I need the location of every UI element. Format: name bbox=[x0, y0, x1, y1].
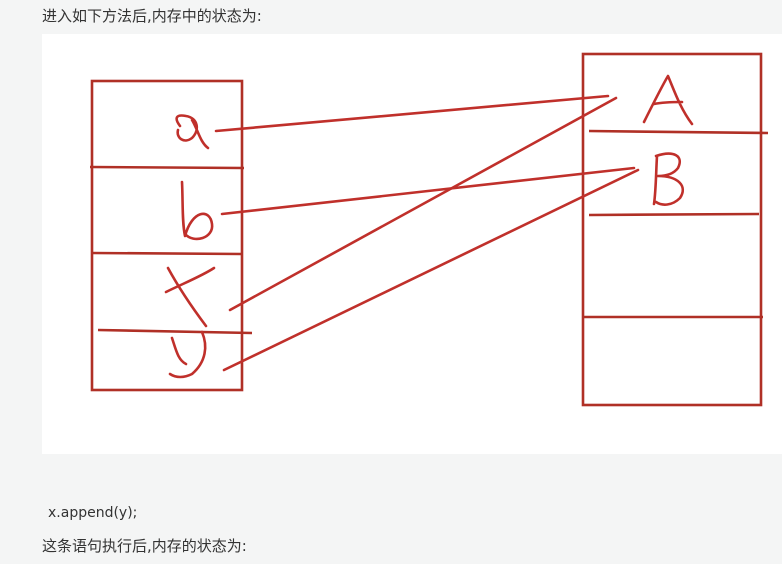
stack-frame-border bbox=[90, 79, 244, 392]
label-b bbox=[180, 180, 214, 241]
intro-text: 进入如下方法后,内存中的状态为: bbox=[42, 7, 262, 25]
stack-frame bbox=[89, 79, 253, 392]
label-A bbox=[642, 74, 694, 126]
reference-lines bbox=[214, 94, 640, 372]
after-text: 这条语句执行后,内存的状态为: bbox=[42, 537, 247, 555]
memory-diagram bbox=[89, 52, 769, 407]
label-y bbox=[168, 330, 207, 379]
stack-divider bbox=[89, 165, 245, 170]
ref-b-to-B bbox=[220, 166, 636, 216]
heap-divider bbox=[588, 129, 769, 135]
ref-a-to-A bbox=[214, 94, 610, 133]
stack-divider bbox=[91, 251, 243, 256]
code-snippet: x.append(y); bbox=[48, 505, 138, 521]
heap-divider bbox=[588, 212, 760, 217]
ref-x-to-A bbox=[228, 96, 618, 312]
label-x bbox=[164, 266, 216, 328]
label-a bbox=[175, 114, 210, 150]
label-B bbox=[652, 152, 685, 206]
memory-diagram-figure bbox=[42, 34, 782, 454]
heap-object bbox=[581, 52, 769, 407]
heap-object-border bbox=[581, 52, 763, 407]
article-page: 进入如下方法后,内存中的状态为: x.append(y); 这条语句执行后,内存… bbox=[0, 0, 782, 564]
stack-divider bbox=[97, 328, 253, 335]
